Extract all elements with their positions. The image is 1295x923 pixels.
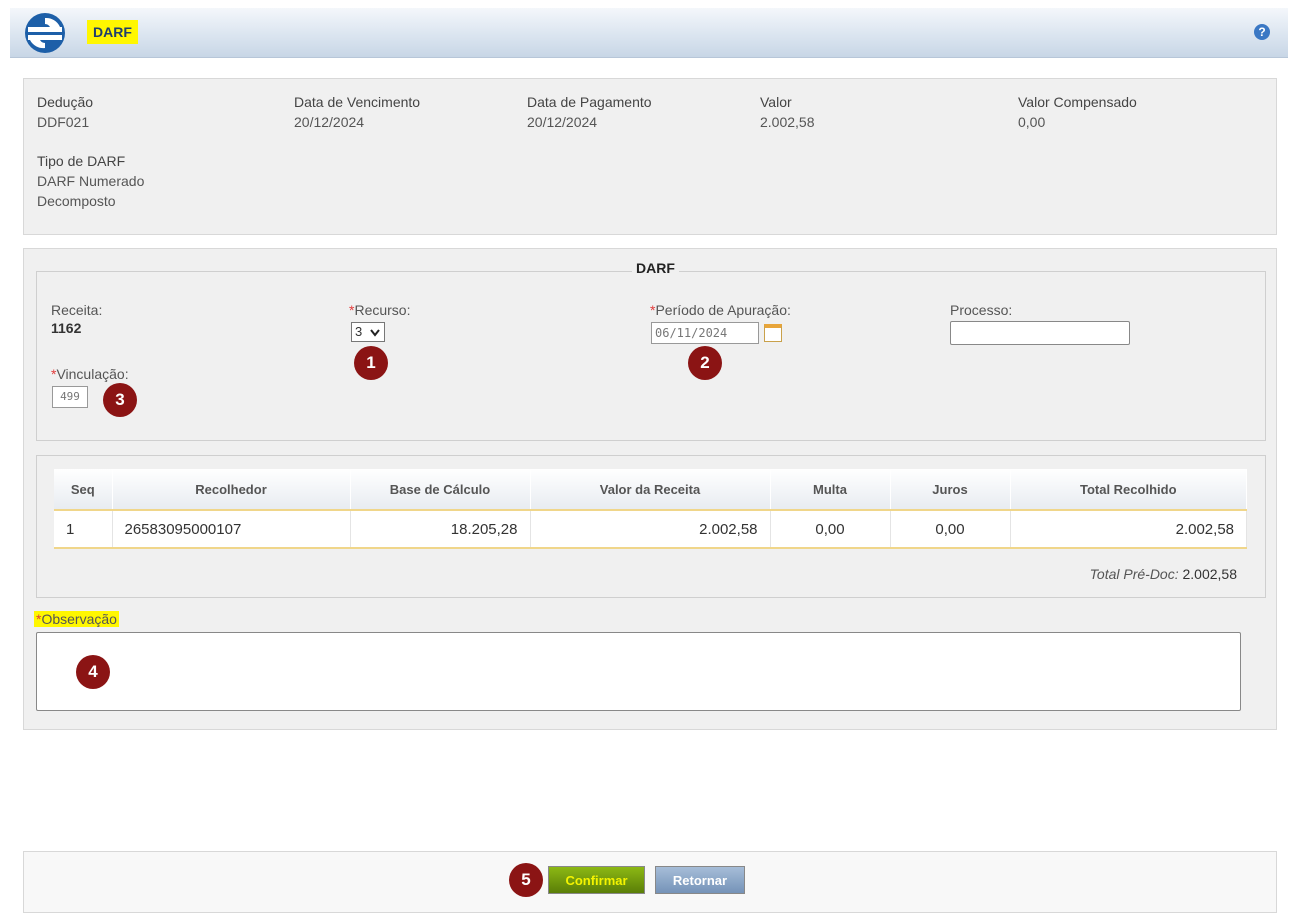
vinculacao-input[interactable]: 499	[52, 386, 88, 408]
col-header-juros: Juros	[890, 469, 1011, 511]
help-icon[interactable]: ?	[1254, 24, 1270, 40]
col-header-seq: Seq	[54, 469, 113, 511]
col-header-total-recolhido: Total Recolhido	[1010, 469, 1247, 511]
cell-total-recolhido: 2.002,58	[1010, 510, 1247, 549]
valor-label: Valor	[760, 94, 792, 110]
tipo-darf-label: Tipo de DARF	[37, 153, 126, 169]
receita-value: 1162	[51, 320, 82, 336]
tipo-darf-value-line2: Decomposto	[37, 193, 116, 209]
step-marker-2: 2	[688, 346, 722, 380]
pagamento-value: 20/12/2024	[527, 114, 598, 130]
cell-valor-receita: 2.002,58	[530, 510, 771, 549]
step-marker-4: 4	[76, 655, 110, 689]
vencimento-label: Data de Vencimento	[294, 94, 421, 110]
col-header-valor-receita: Valor da Receita	[530, 469, 771, 511]
valor-compensado-value: 0,00	[1018, 114, 1046, 130]
confirm-button[interactable]: Confirmar	[548, 866, 645, 894]
step-marker-1: 1	[354, 346, 388, 380]
cell-base-calculo: 18.205,28	[350, 510, 531, 549]
periodo-apuracao-label: *Período de Apuração:	[650, 302, 791, 318]
observacao-textarea[interactable]	[36, 632, 1241, 711]
processo-input[interactable]	[950, 321, 1130, 345]
pagamento-label: Data de Pagamento	[527, 94, 652, 110]
chevron-down-icon	[370, 329, 380, 337]
darf-legend: DARF	[632, 260, 679, 276]
field-tipo-darf: Tipo de DARF DARF Numerado Decomposto	[37, 151, 144, 211]
darf-info-panel: Dedução DDF021 Data de Vencimento 20/12/…	[23, 78, 1277, 235]
field-pagamento: Data de Pagamento 20/12/2024	[527, 92, 652, 132]
valor-compensado-label: Valor Compensado	[1018, 94, 1137, 110]
cell-recolhedor: 26583095000107	[112, 510, 351, 549]
tipo-darf-value-line1: DARF Numerado	[37, 173, 145, 189]
total-pre-doc-value: 2.002,58	[1182, 566, 1238, 582]
darf-form-section: DARF Receita: 1162 *Recurso: 3 *Período …	[23, 248, 1277, 730]
vencimento-value: 20/12/2024	[294, 114, 365, 130]
darf-fieldset: DARF Receita: 1162 *Recurso: 3 *Período …	[36, 260, 1266, 441]
field-deducao: Dedução DDF021	[37, 92, 93, 132]
field-vencimento: Data de Vencimento 20/12/2024	[294, 92, 420, 132]
col-header-base-calculo: Base de Cálculo	[350, 469, 531, 511]
total-pre-doc: Total Pré-Doc: 2.002,58	[1090, 566, 1237, 582]
total-pre-doc-label: Total Pré-Doc:	[1089, 566, 1179, 582]
valor-value: 2.002,58	[760, 114, 815, 130]
step-marker-3: 3	[103, 383, 137, 417]
table-row: 1 26583095000107 18.205,28 2.002,58 0,00…	[54, 510, 1247, 549]
col-header-multa: Multa	[770, 469, 891, 511]
cell-seq: 1	[54, 510, 113, 549]
col-header-recolhedor: Recolhedor	[112, 469, 351, 511]
recolhimento-table-panel: Seq Recolhedor Base de Cálculo Valor da …	[36, 455, 1266, 598]
page-title: DARF	[87, 20, 138, 44]
action-bar: 5 Confirmar Retornar	[23, 851, 1277, 913]
deducao-label: Dedução	[37, 94, 94, 110]
cell-juros: 0,00	[890, 510, 1011, 549]
cell-multa: 0,00	[770, 510, 891, 549]
calendar-icon[interactable]	[764, 324, 782, 342]
periodo-apuracao-input[interactable]: 06/11/2024	[651, 322, 759, 344]
deducao-value: DDF021	[37, 114, 90, 130]
receita-label: Receita:	[51, 302, 103, 318]
field-valor: Valor 2.002,58	[760, 92, 815, 132]
page-header: DARF ?	[10, 8, 1288, 58]
field-valor-compensado: Valor Compensado 0,00	[1018, 92, 1137, 132]
observacao-label: *Observação	[34, 611, 119, 627]
return-button[interactable]: Retornar	[655, 866, 745, 894]
recolhimento-table: Seq Recolhedor Base de Cálculo Valor da …	[54, 469, 1247, 549]
vinculacao-label: *Vinculação:	[51, 366, 129, 382]
step-marker-5: 5	[509, 863, 543, 897]
recurso-select[interactable]: 3	[351, 322, 385, 342]
processo-label: Processo:	[950, 302, 1013, 318]
logo-icon	[24, 12, 66, 54]
recurso-label: *Recurso:	[349, 302, 411, 318]
